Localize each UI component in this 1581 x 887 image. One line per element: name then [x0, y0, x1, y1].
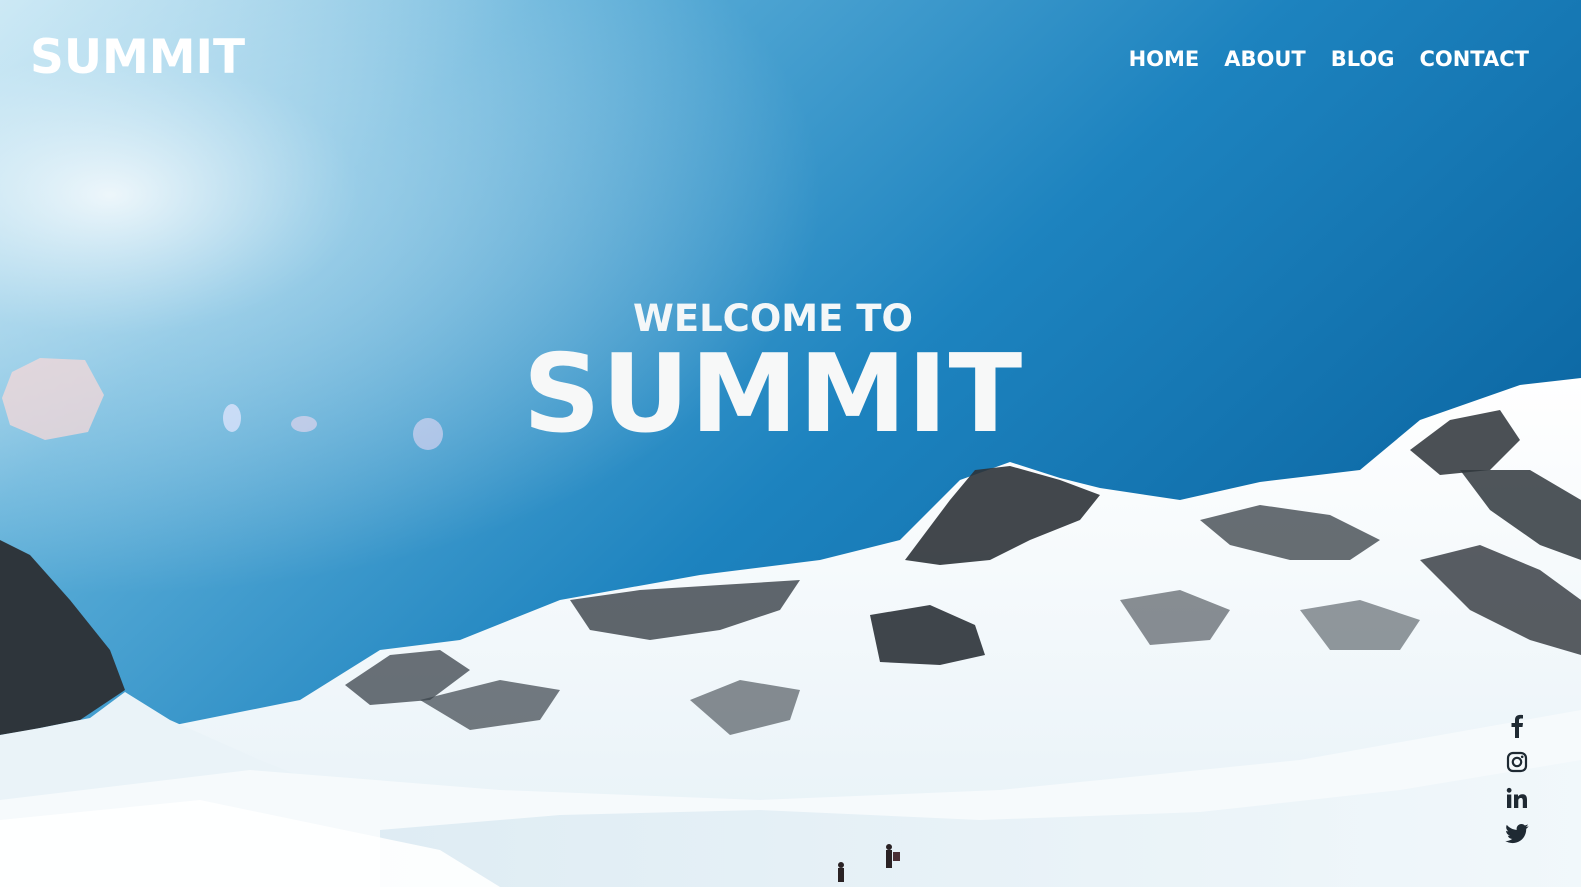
hero-title: SUMMIT	[522, 332, 1024, 457]
hero-section: SUMMIT HOME ABOUT BLOG CONTACT WELCOME T…	[0, 0, 1581, 887]
linkedin-icon[interactable]	[1505, 786, 1529, 810]
social-links	[1505, 714, 1529, 846]
instagram-icon[interactable]	[1505, 750, 1529, 774]
nav-item-contact[interactable]: CONTACT	[1419, 45, 1529, 73]
nav-item-about[interactable]: ABOUT	[1224, 45, 1306, 73]
site-logo[interactable]: SUMMIT	[30, 30, 245, 86]
nav-item-blog[interactable]: BLOG	[1331, 45, 1395, 73]
facebook-icon[interactable]	[1505, 714, 1529, 738]
twitter-icon[interactable]	[1505, 822, 1529, 846]
nav-item-home[interactable]: HOME	[1129, 45, 1200, 73]
main-nav: HOME ABOUT BLOG CONTACT	[1129, 45, 1529, 73]
